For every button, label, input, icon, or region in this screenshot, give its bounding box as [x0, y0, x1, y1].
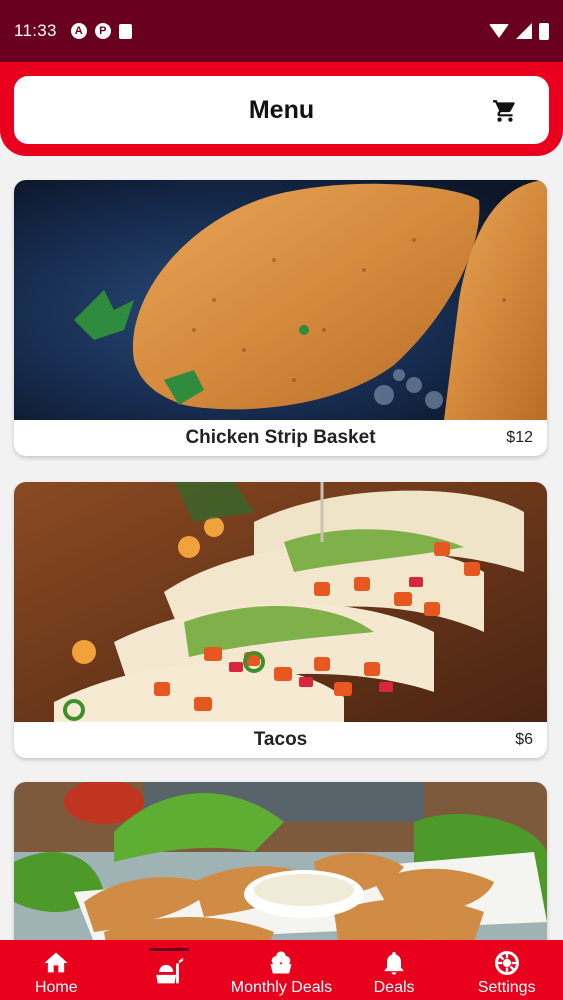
- menu-item-price: $12: [506, 429, 533, 446]
- menu-item-image: [14, 180, 547, 420]
- gear-icon: [494, 951, 519, 975]
- menu-item-tenders[interactable]: [14, 782, 547, 940]
- signal-icon: [516, 23, 532, 39]
- nav-label: Monthly Deals: [230, 979, 333, 996]
- tenders-photo: [14, 782, 547, 940]
- menu-item-chicken-strip-basket[interactable]: Chicken Strip Basket $12: [14, 180, 547, 456]
- battery-icon: [539, 22, 549, 40]
- page-title: Menu: [248, 95, 315, 124]
- nav-home[interactable]: Home: [0, 940, 113, 1000]
- cart-icon[interactable]: [491, 98, 519, 124]
- nav-label: Home: [34, 979, 78, 996]
- menu-list[interactable]: Chicken Strip Basket $12 Tacos $6: [0, 156, 563, 940]
- nav-label: Settings: [477, 979, 536, 996]
- nav-settings[interactable]: Settings: [450, 940, 563, 1000]
- bell-icon: [384, 951, 404, 975]
- menu-item-tacos[interactable]: Tacos $6: [14, 482, 547, 758]
- menu-item-image: [14, 482, 547, 722]
- home-icon: [44, 952, 68, 973]
- p-icon: P: [94, 23, 111, 39]
- bottom-nav: Home Monthly Deals Deals Settings: [0, 940, 563, 1000]
- menu-item-image: [14, 782, 547, 940]
- wifi-icon: [489, 24, 509, 38]
- status-icons-right: [489, 22, 549, 40]
- nav-monthly-deals[interactable]: Monthly Deals: [225, 940, 338, 1000]
- menu-item-name: Tacos: [253, 729, 308, 750]
- nav-deals[interactable]: Deals: [338, 940, 451, 1000]
- deals-basket-icon: [270, 951, 292, 974]
- status-icons-left: A P: [70, 23, 132, 39]
- chicken-photo: [14, 180, 547, 420]
- tacos-photo: [14, 482, 547, 722]
- menu-item-footer: Tacos $6: [14, 722, 547, 758]
- nav-menu[interactable]: [113, 940, 226, 1000]
- menu-item-price: $6: [515, 731, 533, 748]
- nav-label: Deals: [373, 979, 415, 996]
- header-card: Menu: [14, 76, 549, 144]
- header: Menu: [0, 62, 563, 156]
- active-indicator: [148, 948, 189, 951]
- food-menu-icon: [156, 957, 184, 984]
- a-icon: A: [70, 23, 87, 39]
- sd-card-icon: [118, 23, 132, 39]
- status-bar: 11:33 A P: [0, 0, 563, 62]
- menu-item-name: Chicken Strip Basket: [185, 427, 376, 448]
- status-time: 11:33: [14, 21, 57, 40]
- menu-item-footer: Chicken Strip Basket $12: [14, 420, 547, 456]
